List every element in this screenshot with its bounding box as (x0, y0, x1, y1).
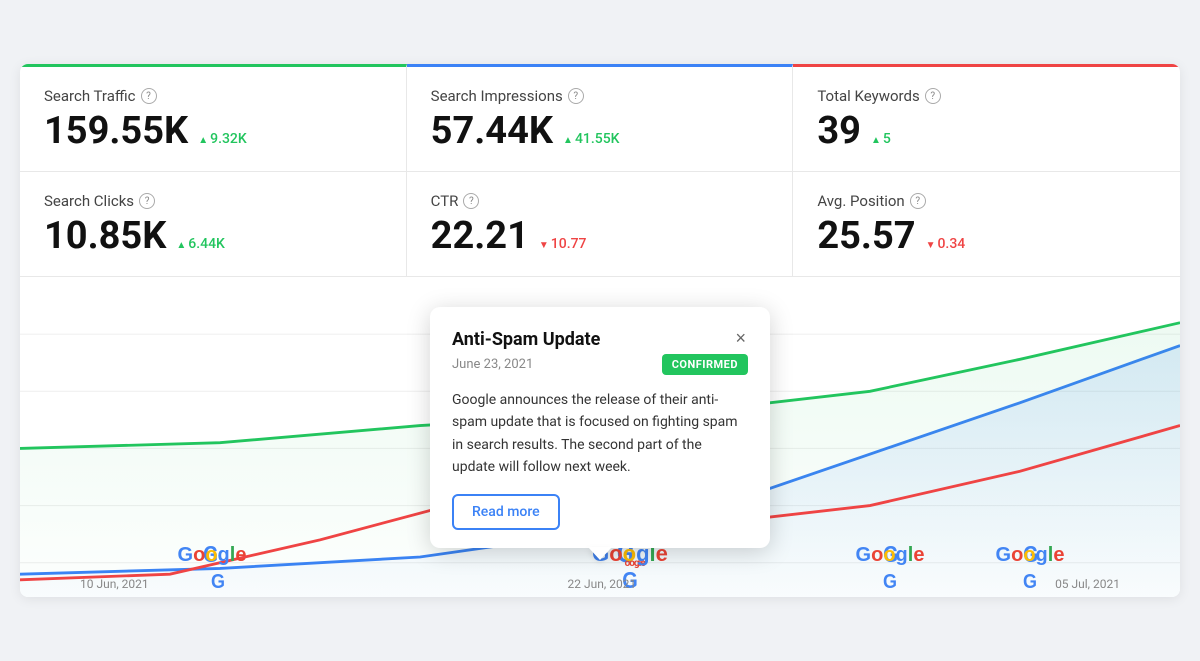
help-icon-ctr[interactable]: ? (463, 193, 479, 209)
metric-value-ctr: 22.21 10.77 (431, 216, 769, 258)
metric-card-search-traffic: Search Traffic ? 159.55K 9.32K (20, 64, 407, 171)
metric-card-total-keywords: Total Keywords ? 39 5 (793, 64, 1180, 171)
metric-label-ctr: CTR ? (431, 192, 769, 210)
x-label-3: 05 Jul, 2021 (1055, 577, 1120, 591)
popup-close-button[interactable]: × (733, 329, 748, 347)
delta-arrow-avg-position (926, 237, 936, 252)
help-icon-avg-position[interactable]: ? (910, 193, 926, 209)
metric-delta-total-keywords: 5 (871, 132, 891, 147)
metric-number-total-keywords: 39 (817, 111, 861, 153)
metric-label-avg-position: Avg. Position ? (817, 192, 1156, 210)
help-icon-search-traffic[interactable]: ? (141, 88, 157, 104)
delta-arrow-search-impressions (563, 132, 573, 147)
metrics-row-1: Search Traffic ? 159.55K 9.32K Search Im… (20, 64, 1180, 172)
metric-value-avg-position: 25.57 0.34 (817, 216, 1156, 258)
help-icon-search-clicks[interactable]: ? (139, 193, 155, 209)
metric-label-search-clicks: Search Clicks ? (44, 192, 382, 210)
metric-number-ctr: 22.21 (431, 216, 529, 258)
help-icon-search-impressions[interactable]: ? (568, 88, 584, 104)
popup-body: Google announces the release of their an… (452, 389, 748, 479)
metric-number-search-clicks: 10.85K (44, 216, 166, 258)
read-more-button[interactable]: Read more (452, 494, 560, 530)
metric-card-avg-position: Avg. Position ? 25.57 0.34 (793, 172, 1180, 276)
delta-arrow-search-clicks (176, 237, 186, 252)
x-label-1: 10 Jun, 2021 (80, 577, 149, 591)
x-label-2: 22 Jun, 2021 (568, 577, 637, 591)
metric-card-ctr: CTR ? 22.21 10.77 (407, 172, 794, 276)
metric-value-search-clicks: 10.85K 6.44K (44, 216, 382, 258)
metric-card-search-impressions: Search Impressions ? 57.44K 41.55K (407, 64, 794, 171)
metric-label-search-traffic: Search Traffic ? (44, 87, 382, 105)
google-icon-3: Google (856, 545, 925, 565)
metric-number-search-traffic: 159.55K (44, 111, 188, 153)
google-icon-4: Google (996, 545, 1065, 565)
metric-delta-search-clicks: 6.44K (176, 237, 225, 252)
delta-arrow-total-keywords (871, 132, 881, 147)
delta-arrow-search-traffic (198, 132, 208, 147)
metric-delta-search-traffic: 9.32K (198, 132, 247, 147)
google-icon-1: Google (178, 545, 247, 565)
metric-delta-ctr: 10.77 (539, 237, 587, 252)
metric-value-search-traffic: 159.55K 9.32K (44, 111, 382, 153)
popup-date: June 23, 2021 (452, 357, 533, 372)
popup-title: Anti-Spam Update (452, 329, 600, 350)
chart-area: G G G G G Google G G (20, 277, 1180, 597)
metric-number-search-impressions: 57.44K (431, 111, 553, 153)
help-icon-total-keywords[interactable]: ? (925, 88, 941, 104)
metric-delta-avg-position: 0.34 (926, 237, 966, 252)
dashboard: Search Traffic ? 159.55K 9.32K Search Im… (20, 64, 1180, 597)
metric-value-search-impressions: 57.44K 41.55K (431, 111, 769, 153)
metrics-row-2: Search Clicks ? 10.85K 6.44K CTR ? 22.21 (20, 172, 1180, 277)
metric-label-search-impressions: Search Impressions ? (431, 87, 769, 105)
metric-label-total-keywords: Total Keywords ? (817, 87, 1156, 105)
metric-number-avg-position: 25.57 (817, 216, 915, 258)
popup-confirmed-badge: CONFIRMED (662, 354, 748, 375)
metric-value-total-keywords: 39 5 (817, 111, 1156, 153)
popup: Anti-Spam Update × June 23, 2021 CONFIRM… (430, 307, 770, 549)
metric-delta-search-impressions: 41.55K (563, 132, 619, 147)
delta-arrow-ctr (539, 237, 549, 252)
metric-card-search-clicks: Search Clicks ? 10.85K 6.44K (20, 172, 407, 276)
